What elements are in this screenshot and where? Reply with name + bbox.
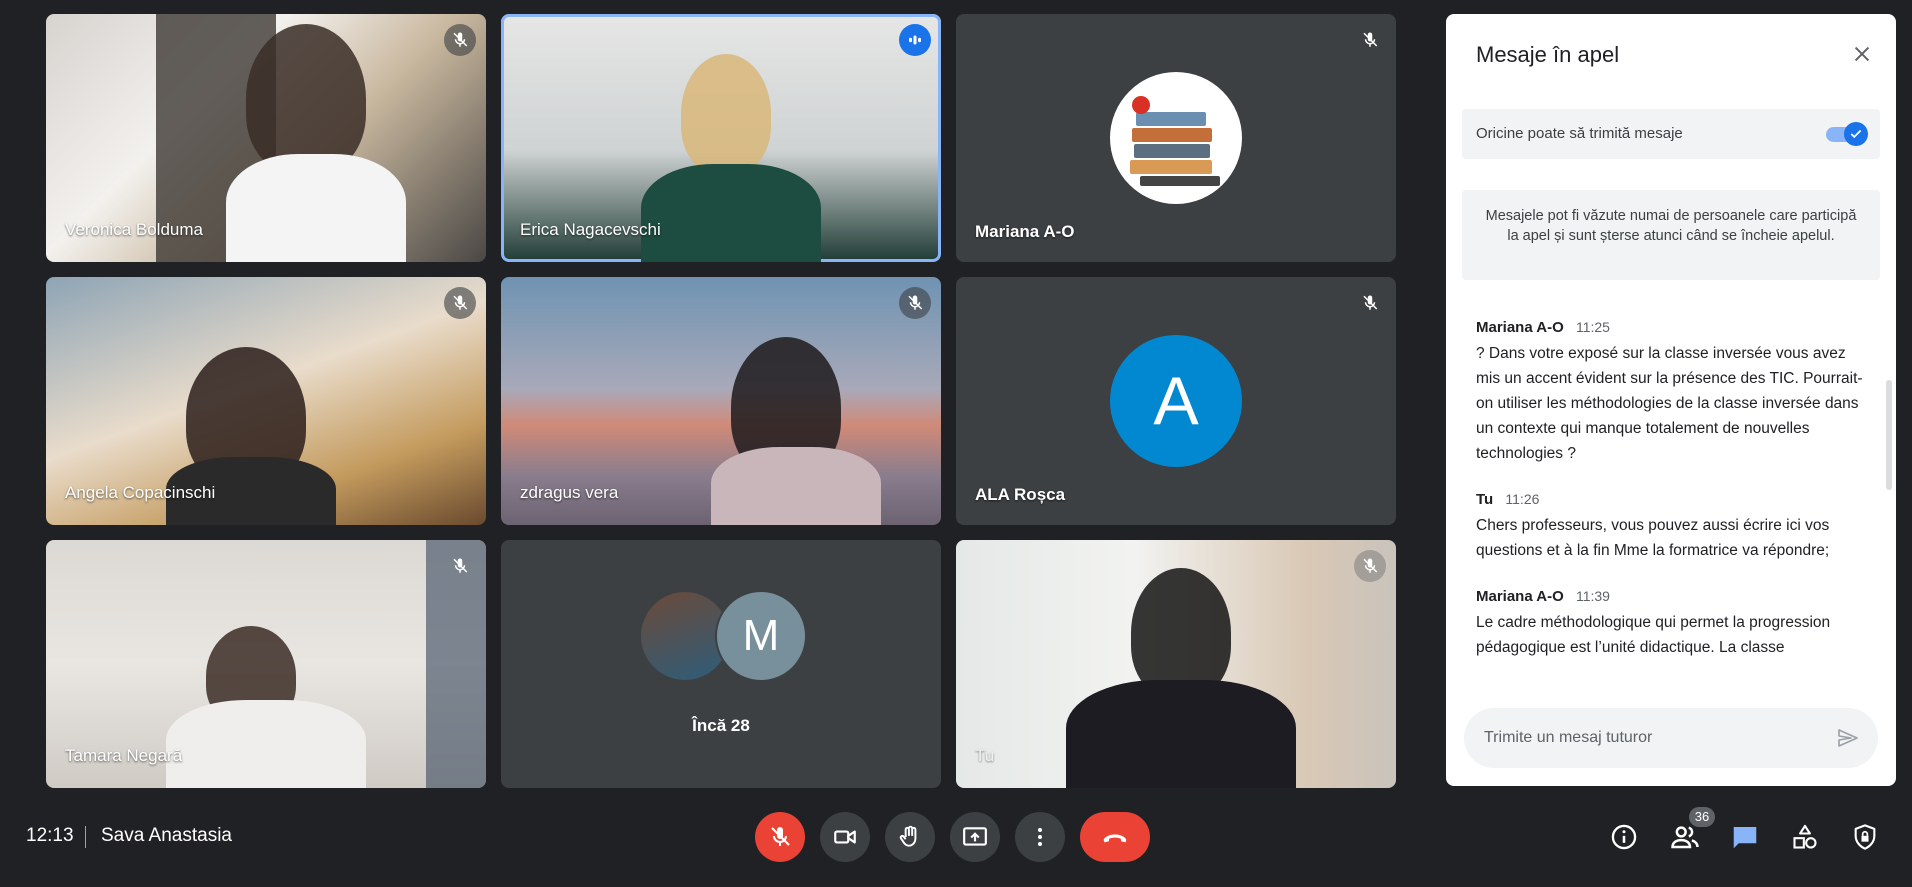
participant-tile[interactable]: zdragus vera (501, 277, 941, 525)
more-vert-icon (1038, 828, 1042, 846)
message-time: 11:25 (1575, 319, 1610, 335)
host-controls-button[interactable] (1845, 817, 1885, 857)
meeting-details-button[interactable] (1604, 817, 1644, 857)
participant-video (1131, 568, 1231, 698)
raise-hand-button[interactable] (885, 812, 935, 862)
participant-tile[interactable]: Veronica Bolduma (46, 14, 486, 262)
mic-off-icon (1354, 550, 1386, 582)
raise-hand-icon (899, 825, 917, 847)
message-text: Chers professeurs, vous pouvez aussi écr… (1476, 517, 1830, 559)
message-text: ? Dans votre exposé sur la classe invers… (1476, 345, 1863, 462)
participant-tile[interactable]: Mariana A-O (956, 14, 1396, 262)
message-sender: Tu (1476, 491, 1494, 508)
participant-tile[interactable]: A ALA Roșca (956, 277, 1396, 525)
participant-name: Tu (975, 746, 995, 765)
participant-tile[interactable]: Angela Copacinschi (46, 277, 486, 525)
message-text: Le cadre méthodologique qui permet la pr… (1476, 614, 1831, 656)
message-sender: Mariana A-O (1476, 319, 1564, 336)
end-call-button[interactable] (1080, 812, 1150, 862)
message-list: Mariana A-O 11:25 ? Dans votre exposé su… (1476, 316, 1871, 682)
chat-scrollbar[interactable] (1886, 380, 1892, 490)
message-input[interactable] (1464, 708, 1804, 768)
send-icon[interactable] (1834, 724, 1862, 752)
more-options-button[interactable] (1015, 812, 1065, 862)
camera-toggle-button[interactable] (820, 812, 870, 862)
meeting-name: Sava Anastasia (101, 825, 232, 846)
participant-name: Erica Nagacevschi (520, 220, 661, 239)
call-end-icon (1103, 834, 1127, 843)
divider (85, 826, 86, 848)
allow-messages-row: Oricine poate să trimită mesaje (1462, 109, 1880, 159)
overflow-tile[interactable]: M Încă 28 (501, 540, 941, 788)
chat-message: Mariana A-O 11:39 Le cadre méthodologiqu… (1476, 585, 1871, 660)
chat-panel: Mesaje în apel Oricine poate să trimită … (1446, 14, 1896, 786)
allow-messages-toggle[interactable] (1826, 122, 1868, 146)
participant-name: Tamara Negară (65, 746, 183, 765)
message-time: 11:26 (1505, 491, 1540, 507)
message-sender: Mariana A-O (1476, 588, 1564, 605)
compose-box (1464, 708, 1878, 768)
chat-message: Tu 11:26 Chers professeurs, vous pouvez … (1476, 488, 1871, 563)
mic-off-icon (444, 287, 476, 319)
mic-off-icon (444, 550, 476, 582)
avatar: M (715, 590, 807, 682)
participant-video (246, 24, 366, 174)
participant-name: Mariana A-O (975, 222, 1075, 241)
mic-off-icon (771, 827, 790, 846)
meeting-clock: 12:13 (26, 825, 74, 846)
mic-off-icon (444, 24, 476, 56)
participant-body (1066, 680, 1296, 788)
allow-messages-label: Oricine poate să trimită mesaje (1476, 125, 1683, 142)
activities-button[interactable] (1785, 817, 1825, 857)
video-grid: Veronica Bolduma Erica Nagacevschi Maria… (0, 0, 1410, 800)
participant-tile[interactable]: Erica Nagacevschi (501, 14, 941, 262)
chat-button[interactable] (1725, 817, 1765, 857)
overflow-avatars: M (639, 590, 809, 682)
close-icon[interactable] (1848, 40, 1876, 68)
avatar: A (1110, 335, 1242, 467)
panel-title: Mesaje în apel (1476, 42, 1620, 67)
participant-name: Veronica Bolduma (65, 220, 203, 239)
avatar (1110, 72, 1242, 204)
videocam-icon (834, 830, 856, 844)
chat-info-note: Mesajele pot fi văzute numai de persoane… (1462, 190, 1880, 280)
participant-name: ALA Roșca (975, 485, 1066, 504)
participant-video (681, 54, 771, 174)
mic-off-icon (1354, 24, 1386, 56)
participant-body (226, 154, 406, 262)
participant-body (166, 700, 366, 788)
participant-name: Angela Copacinschi (65, 483, 216, 502)
mic-off-icon (1354, 287, 1386, 319)
message-time: 11:39 (1575, 588, 1610, 604)
audio-level-icon (899, 24, 931, 56)
activities-icon (1793, 824, 1817, 849)
participants-count-badge: 36 (1689, 807, 1715, 827)
present-screen-button[interactable] (950, 812, 1000, 862)
check-icon (1844, 122, 1868, 146)
present-screen-icon (963, 827, 987, 846)
participant-tile[interactable]: Tamara Negară (46, 540, 486, 788)
chat-message: Mariana A-O 11:25 ? Dans votre exposé su… (1476, 316, 1871, 466)
info-icon (1611, 824, 1637, 850)
overflow-label: Încă 28 (692, 716, 750, 735)
mic-off-icon (899, 287, 931, 319)
people-button[interactable]: 36 (1665, 807, 1715, 857)
participant-name: zdragus vera (520, 483, 619, 502)
participant-body (641, 164, 821, 262)
mic-toggle-button[interactable] (755, 812, 805, 862)
chat-icon (1733, 827, 1757, 849)
self-tile[interactable]: Tu (956, 540, 1396, 788)
host-controls-icon (1854, 824, 1876, 850)
participant-body (711, 447, 881, 525)
bottom-bar: 12:13 Sava Anastasia 36 (0, 800, 1912, 887)
